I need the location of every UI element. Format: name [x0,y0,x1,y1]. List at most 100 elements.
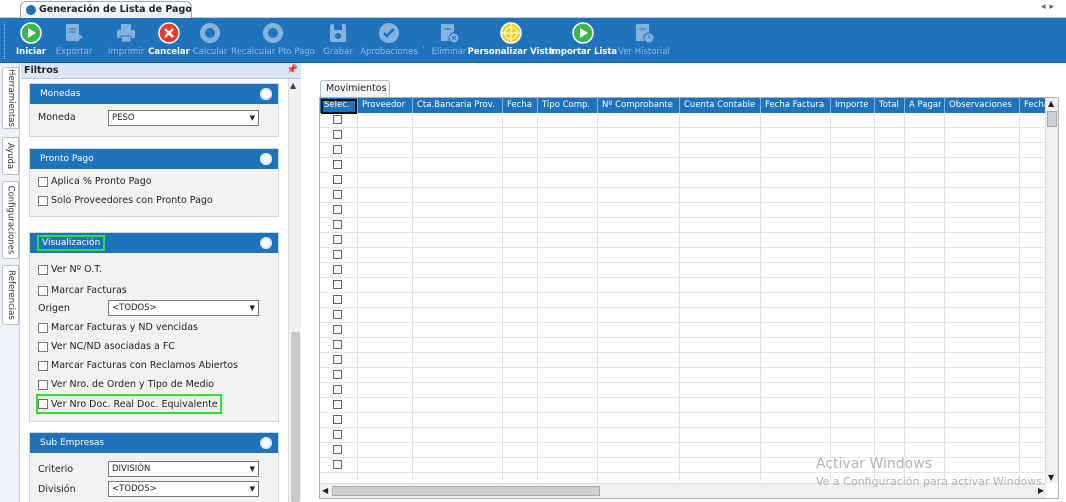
ver-nc-nd-asociadas-checkbox[interactable]: Ver NC/ND asociadas a FC [38,341,175,352]
solo-proveedores-pronto-pago-checkbox[interactable]: Solo Proveedores con Pronto Pago [38,195,213,206]
filters-scrollbar[interactable]: ▲ [288,79,301,502]
row-select-checkbox[interactable] [333,235,342,244]
monedas-section-header[interactable]: Monedas [30,84,278,104]
row-select-checkbox[interactable] [333,295,342,304]
row-select-checkbox[interactable] [333,175,342,184]
row-select-checkbox[interactable] [333,145,342,154]
sub-empresas-section-header[interactable]: Sub Empresas [30,433,278,453]
tab-movimientos[interactable]: Movimientos [320,80,390,97]
side-tab-ayuda[interactable]: Ayuda [2,137,19,175]
pin-icon[interactable]: 📌 [287,63,298,78]
scroll-up-icon[interactable]: ▲ [290,81,296,90]
checkbox-box[interactable] [38,379,48,390]
checkbox-box[interactable] [38,285,48,296]
table-row[interactable] [320,353,1044,368]
table-row[interactable] [320,278,1044,293]
row-select-checkbox[interactable] [333,205,342,214]
checkbox-box[interactable] [38,176,48,187]
column-header[interactable]: Total [875,98,905,113]
iniciar-button[interactable]: Iniciar [14,18,48,63]
ver-nro-doc-real-checkbox[interactable]: Ver Nro Doc. Real Doc. Equivalente [36,394,222,414]
column-header[interactable]: Importe [831,98,875,113]
recalcular-pto-pago-button[interactable]: Recalcular Pto Pago [231,18,315,63]
importar-lista-button[interactable]: Importar Lista [549,18,617,63]
row-select-checkbox[interactable] [333,160,342,169]
table-row[interactable] [320,203,1044,218]
row-select-checkbox[interactable] [333,115,342,124]
criterio-select[interactable]: DIVISIÓN ▼ [108,461,259,477]
pronto-pago-section-header[interactable]: Pronto Pago [30,149,278,169]
row-select-checkbox[interactable] [333,130,342,139]
row-select-checkbox[interactable] [333,355,342,364]
exportar-button[interactable]: Exportar [53,18,95,63]
table-row[interactable] [320,128,1044,143]
row-select-checkbox[interactable] [333,445,342,454]
collapse-icon[interactable] [260,237,272,249]
table-row[interactable] [320,113,1044,128]
moneda-select[interactable]: PESO ▼ [108,110,259,126]
row-select-checkbox[interactable] [333,340,342,349]
column-header[interactable]: A Pagar [905,98,945,113]
table-row[interactable] [320,428,1044,443]
calcular-button[interactable]: Calcular [193,18,227,63]
table-row[interactable] [320,368,1044,383]
column-header[interactable]: Proveedor [358,98,413,113]
origen-select[interactable]: <TODOS> ▼ [108,300,259,316]
row-select-checkbox[interactable] [333,265,342,274]
row-select-checkbox[interactable] [333,370,342,379]
aplica-pronto-pago-checkbox[interactable]: Aplica % Pronto Pago [38,176,152,187]
table-row[interactable] [320,413,1044,428]
checkbox-box[interactable] [38,341,48,352]
column-header[interactable]: Cta.Bancaria Prov. [413,98,503,113]
ver-historial-button[interactable]: Ver Historial [618,18,670,63]
table-row[interactable] [320,308,1044,323]
marcar-facturas-nd-vencidas-checkbox[interactable]: Marcar Facturas y ND vencidas [38,322,198,333]
row-select-checkbox[interactable] [333,385,342,394]
scroll-up-icon[interactable]: ▲ [1048,99,1054,108]
table-row[interactable] [320,323,1044,338]
row-select-checkbox[interactable] [333,325,342,334]
column-header[interactable]: Tipo Comp. [538,98,598,113]
table-row[interactable] [320,383,1044,398]
cancelar-button[interactable]: Cancelar [148,18,190,63]
ver-nro-orden-tipo-medio-checkbox[interactable]: Ver Nro. de Orden y Tipo de Medio [38,379,214,390]
scroll-down-icon[interactable]: ▼ [1048,473,1054,482]
checkbox-box[interactable] [38,195,48,206]
scroll-left-icon[interactable]: ◀ [322,486,328,495]
grabar-button[interactable]: Grabar [322,18,354,63]
collapse-icon[interactable] [260,153,272,165]
collapse-icon[interactable] [260,88,272,100]
personalizar-vista-button[interactable]: Personalizar Vista [468,18,554,63]
marcar-facturas-checkbox[interactable]: Marcar Facturas [38,285,127,296]
grid-vertical-scrollbar[interactable]: ▲ ▼ [1045,98,1058,483]
checkbox-box[interactable] [38,360,48,371]
column-header[interactable]: Fecha Factura [761,98,831,113]
row-select-checkbox[interactable] [333,400,342,409]
side-tab-configuraciones[interactable]: Configuraciones [2,181,19,259]
side-tab-referencias[interactable]: Referencias [2,265,19,325]
table-row[interactable] [320,293,1044,308]
column-header[interactable]: Nº Comprobante [598,98,680,113]
division-select[interactable]: <TODOS> ▼ [108,481,259,497]
row-select-checkbox[interactable] [333,310,342,319]
table-row[interactable] [320,143,1044,158]
toolbar-grip[interactable] [4,22,7,59]
table-row[interactable] [320,338,1044,353]
table-row[interactable] [320,398,1044,413]
table-row[interactable] [320,218,1044,233]
table-row[interactable] [320,173,1044,188]
aprobaciones-button[interactable]: Aprobaciones [360,18,418,63]
visualizacion-section-header[interactable]: Visualización [30,233,278,253]
table-row[interactable] [320,158,1044,173]
table-row[interactable] [320,188,1044,203]
collapse-icon[interactable] [260,437,272,449]
eliminar-button[interactable]: Eliminar [431,18,467,63]
ver-ot-checkbox[interactable]: Ver Nº O.T. [38,264,102,275]
scroll-thumb[interactable] [291,332,300,502]
column-header[interactable]: Cuenta Contable [680,98,761,113]
marcar-facturas-reclamos-checkbox[interactable]: Marcar Facturas con Reclamos Abiertos [38,360,238,371]
table-row[interactable] [320,233,1044,248]
imprimir-button[interactable]: Imprimir [105,18,147,63]
row-select-checkbox[interactable] [333,250,342,259]
row-select-checkbox[interactable] [333,415,342,424]
